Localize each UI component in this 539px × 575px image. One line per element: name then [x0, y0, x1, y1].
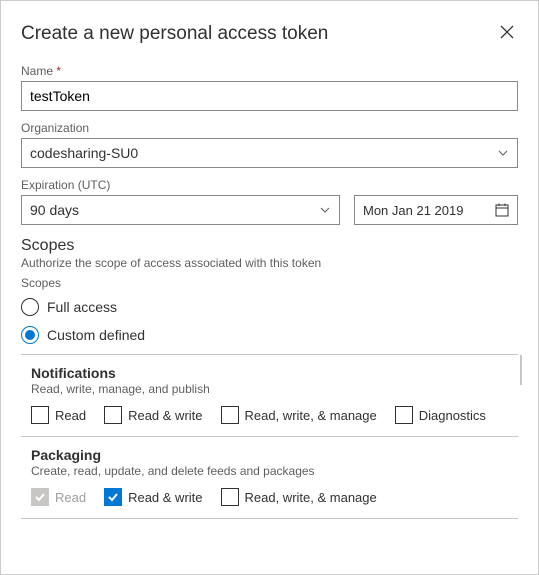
radio-label: Full access: [47, 299, 117, 315]
panel-header: Create a new personal access token: [21, 21, 518, 46]
scope-group-desc: Create, read, update, and delete feeds a…: [31, 464, 518, 478]
checkbox-label: Read & write: [128, 490, 202, 505]
checkbox-icon: [104, 406, 122, 424]
checkbox-icon: [104, 488, 122, 506]
scope-checkbox-item[interactable]: Read, write, & manage: [221, 406, 377, 424]
scope-checkbox-item[interactable]: Read & write: [104, 488, 202, 506]
checkbox-icon: [221, 406, 239, 424]
name-field: Name *: [21, 64, 518, 111]
calendar-icon: [495, 203, 509, 217]
radio-icon: [21, 326, 39, 344]
checkbox-icon: [221, 488, 239, 506]
required-indicator: *: [56, 64, 61, 78]
scope-list: NotificationsRead, write, manage, and pu…: [21, 354, 518, 519]
radio-label: Custom defined: [47, 327, 145, 343]
name-input[interactable]: [21, 81, 518, 111]
panel-title: Create a new personal access token: [21, 23, 328, 45]
scope-checkbox-item[interactable]: Read: [31, 406, 86, 424]
scope-checkbox-item[interactable]: Read & write: [104, 406, 202, 424]
scopes-radio-group: Full access Custom defined: [21, 298, 518, 344]
scrollbar[interactable]: [520, 355, 522, 385]
checkbox-label: Read: [55, 490, 86, 505]
organization-field: Organization codesharing-SU0: [21, 121, 518, 168]
scopes-sublabel: Scopes: [21, 276, 518, 290]
expiration-field: Expiration (UTC) 90 days Mon Jan 21 2019: [21, 178, 518, 225]
radio-custom-defined[interactable]: Custom defined: [21, 326, 518, 344]
scope-group-name: Packaging: [31, 447, 518, 463]
expiration-duration-select[interactable]: 90 days: [21, 195, 340, 225]
scope-group-name: Notifications: [31, 365, 518, 381]
checkbox-label: Read & write: [128, 408, 202, 423]
checkbox-label: Diagnostics: [419, 408, 486, 423]
close-icon: [500, 25, 514, 39]
organization-select[interactable]: codesharing-SU0: [21, 138, 518, 168]
scope-group: NotificationsRead, write, manage, and pu…: [21, 355, 518, 437]
radio-icon: [21, 298, 39, 316]
checkbox-label: Read, write, & manage: [245, 408, 377, 423]
organization-value: codesharing-SU0: [30, 145, 138, 161]
radio-full-access[interactable]: Full access: [21, 298, 518, 316]
checkbox-icon: [31, 406, 49, 424]
close-button[interactable]: [496, 21, 518, 46]
expiration-label: Expiration (UTC): [21, 178, 518, 192]
expiration-date-value: Mon Jan 21 2019: [363, 203, 463, 218]
scope-checkbox-item[interactable]: Read, write, & manage: [221, 488, 377, 506]
chevron-down-icon: [319, 204, 331, 216]
organization-label: Organization: [21, 121, 518, 135]
scope-checkbox-item: Read: [31, 488, 86, 506]
checkbox-icon: [395, 406, 413, 424]
scopes-title: Scopes: [21, 237, 518, 255]
expiration-date-picker[interactable]: Mon Jan 21 2019: [354, 195, 518, 225]
name-label: Name *: [21, 64, 518, 78]
chevron-down-icon: [497, 147, 509, 159]
create-token-panel: Create a new personal access token Name …: [0, 0, 539, 575]
checkbox-label: Read: [55, 408, 86, 423]
scope-group-desc: Read, write, manage, and publish: [31, 382, 518, 396]
scopes-section: Scopes Authorize the scope of access ass…: [21, 237, 518, 519]
scopes-description: Authorize the scope of access associated…: [21, 256, 518, 270]
scope-checkbox-item[interactable]: Diagnostics: [395, 406, 486, 424]
checkbox-label: Read, write, & manage: [245, 490, 377, 505]
expiration-duration-value: 90 days: [30, 202, 79, 218]
scope-check-row: Read Read & write Read, write, & manage Dia…: [31, 406, 518, 424]
scope-check-row: Read Read & write Read, write, & manage: [31, 488, 518, 506]
scope-group: PackagingCreate, read, update, and delet…: [21, 437, 518, 519]
checkbox-icon: [31, 488, 49, 506]
